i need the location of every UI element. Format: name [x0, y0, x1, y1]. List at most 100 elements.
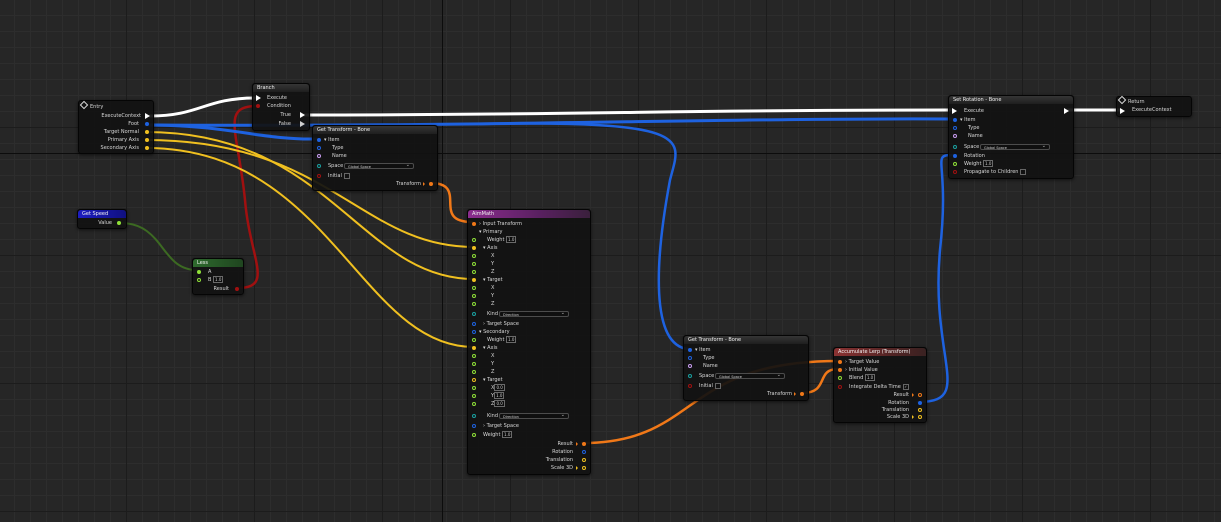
set-rotation-propagate-checkbox[interactable]: [1020, 168, 1027, 175]
aim-secondary-axis-y-pin[interactable]: [472, 362, 476, 366]
less-result-pin[interactable]: [235, 287, 239, 291]
aim-primary-axis-x-pin[interactable]: [472, 254, 476, 258]
aim-primary-axis-pin[interactable]: [472, 246, 476, 250]
branch-node[interactable]: Branch Execute Condition True False: [252, 83, 310, 131]
return-exec-pin[interactable]: [1120, 108, 1125, 114]
branch-true-pin[interactable]: [300, 112, 305, 118]
get-transform-2-type-pin[interactable]: [688, 356, 692, 360]
aim-secondary-axis-z-pin[interactable]: [472, 370, 476, 374]
set-rotation-execute-pin[interactable]: [952, 108, 957, 114]
set-rotation-space-pin[interactable]: [953, 145, 957, 149]
set-rotation-bone-node[interactable]: Set Rotation - Bone Execute ▾ Item Type …: [948, 95, 1074, 179]
get-transform-1-item-pin[interactable]: [317, 138, 321, 142]
aim-secondary-kind-pin[interactable]: [472, 414, 476, 418]
accumulate-lerp-node[interactable]: Accumulate Lerp (Transform) › Target Val…: [833, 347, 927, 423]
set-rotation-execute-out-pin[interactable]: [1064, 108, 1069, 114]
branch-condition-pin[interactable]: [256, 104, 260, 108]
accumulate-blend-pin[interactable]: [838, 376, 842, 380]
aim-translation-pin[interactable]: [582, 458, 586, 462]
accumulate-translation-pin[interactable]: [918, 408, 922, 412]
accumulate-integrate-pin[interactable]: [838, 385, 842, 389]
set-rotation-propagate-pin[interactable]: [953, 170, 957, 174]
aim-secondary-target-z-pin[interactable]: [472, 402, 476, 406]
aim-secondary-target-y-pin[interactable]: [472, 394, 476, 398]
get-transform-1-transform-pin[interactable]: [429, 182, 433, 186]
set-rotation-weight-value[interactable]: 1.0: [983, 160, 994, 167]
get-transform-2-name-pin[interactable]: [688, 364, 692, 368]
aim-secondary-weight-pin[interactable]: [472, 338, 476, 342]
get-transform-2-initial-checkbox[interactable]: [714, 382, 721, 389]
aim-weight-pin[interactable]: [472, 433, 476, 437]
get-transform-2-space-dropdown[interactable]: Global Space: [715, 372, 785, 379]
get-transform-1-name-pin[interactable]: [317, 154, 321, 158]
aim-primary-weight-value[interactable]: 1.0: [506, 236, 517, 243]
aim-secondary-target-z-value[interactable]: 0.0: [494, 400, 505, 407]
aim-secondary-target-y-value[interactable]: 1.0: [494, 392, 505, 399]
entry-targetnormal-pin[interactable]: [145, 130, 149, 134]
aim-primary-target-space-pin[interactable]: [472, 322, 476, 326]
entry-node[interactable]: Entry ExecuteContext Foot Target Normal …: [78, 100, 154, 154]
get-transform-bone-node-2[interactable]: Get Transform - Bone ▾ Item Type Name Sp…: [683, 335, 809, 401]
accumulate-rotation-pin[interactable]: [918, 401, 922, 405]
set-rotation-weight-pin[interactable]: [953, 162, 957, 166]
aim-primary-axis-z-pin[interactable]: [472, 270, 476, 274]
aim-secondary-axis-pin[interactable]: [472, 346, 476, 350]
aim-input-transform-pin[interactable]: [472, 222, 476, 226]
aim-secondary-axis-x-pin[interactable]: [472, 354, 476, 358]
accumulate-initial-value-pin[interactable]: [838, 368, 842, 372]
aim-result-pin[interactable]: [582, 442, 586, 446]
aim-secondary-target-pin[interactable]: [472, 378, 476, 382]
set-rotation-rotation-pin[interactable]: [953, 154, 957, 158]
aim-primary-target-y-pin[interactable]: [472, 294, 476, 298]
aim-scale-pin[interactable]: [582, 466, 586, 470]
entry-exec-pin[interactable]: [145, 113, 150, 119]
return-node[interactable]: Return ExecuteContext: [1116, 95, 1192, 117]
less-b-pin[interactable]: [197, 278, 201, 282]
aim-rotation-pin[interactable]: [582, 450, 586, 454]
entry-secondaryaxis-pin[interactable]: [145, 146, 149, 150]
accumulate-target-value-pin[interactable]: [838, 360, 842, 364]
less-a-pin[interactable]: [197, 270, 201, 274]
aim-primary-target-pin[interactable]: [472, 278, 476, 282]
aim-primary-target-z-pin[interactable]: [472, 302, 476, 306]
get-transform-2-transform-pin[interactable]: [800, 392, 804, 396]
get-transform-1-type-pin[interactable]: [317, 146, 321, 150]
aim-primary-weight-pin[interactable]: [472, 238, 476, 242]
get-transform-bone-node-1[interactable]: Get Transform - Bone ▾ Item Type Name Sp…: [312, 125, 438, 191]
branch-execute-pin[interactable]: [256, 95, 261, 101]
aim-secondary-target-x-pin[interactable]: [472, 386, 476, 390]
accumulate-result-pin[interactable]: [918, 393, 922, 397]
aim-primary-kind-dropdown[interactable]: Direction: [499, 310, 569, 317]
aim-primary-kind-pin[interactable]: [472, 312, 476, 316]
get-transform-1-initial-pin[interactable]: [317, 174, 321, 178]
aim-secondary-pin[interactable]: [472, 330, 476, 334]
entry-primaryaxis-pin[interactable]: [145, 138, 149, 142]
aim-secondary-weight-value[interactable]: 1.0: [506, 336, 517, 343]
set-rotation-space-dropdown[interactable]: Global Space: [980, 143, 1050, 150]
aim-primary-axis-y-pin[interactable]: [472, 262, 476, 266]
get-transform-2-initial-pin[interactable]: [688, 384, 692, 388]
get-speed-value-pin[interactable]: [117, 221, 121, 225]
aim-primary-target-x-pin[interactable]: [472, 286, 476, 290]
get-transform-1-initial-checkbox[interactable]: [343, 172, 350, 179]
set-rotation-item-pin[interactable]: [953, 118, 957, 122]
get-transform-1-space-pin[interactable]: [317, 164, 321, 168]
accumulate-scale-pin[interactable]: [918, 415, 922, 419]
accumulate-blend-value[interactable]: 1.0: [864, 374, 876, 381]
less-node[interactable]: Less A B 1.0 Result: [192, 258, 244, 295]
get-speed-node[interactable]: Get Speed Value: [77, 209, 127, 229]
aim-weight-value[interactable]: 1.0: [502, 431, 513, 438]
set-rotation-type-pin[interactable]: [953, 126, 957, 130]
get-transform-1-space-dropdown[interactable]: Global Space: [344, 162, 414, 169]
get-transform-2-item-pin[interactable]: [688, 348, 692, 352]
less-b-value[interactable]: 1.0: [213, 276, 224, 283]
aim-math-node[interactable]: AimMath › Input Transform ▾ Primary Weig…: [467, 209, 591, 475]
branch-false-pin[interactable]: [300, 121, 305, 127]
get-transform-2-space-pin[interactable]: [688, 374, 692, 378]
entry-foot-pin[interactable]: [145, 122, 149, 126]
accumulate-integrate-checkbox[interactable]: ✓: [902, 383, 909, 390]
aim-secondary-target-x-value[interactable]: 0.0: [494, 384, 505, 391]
aim-secondary-target-space-pin[interactable]: [472, 424, 476, 428]
aim-secondary-kind-dropdown[interactable]: Direction: [499, 412, 569, 419]
set-rotation-name-pin[interactable]: [953, 134, 957, 138]
